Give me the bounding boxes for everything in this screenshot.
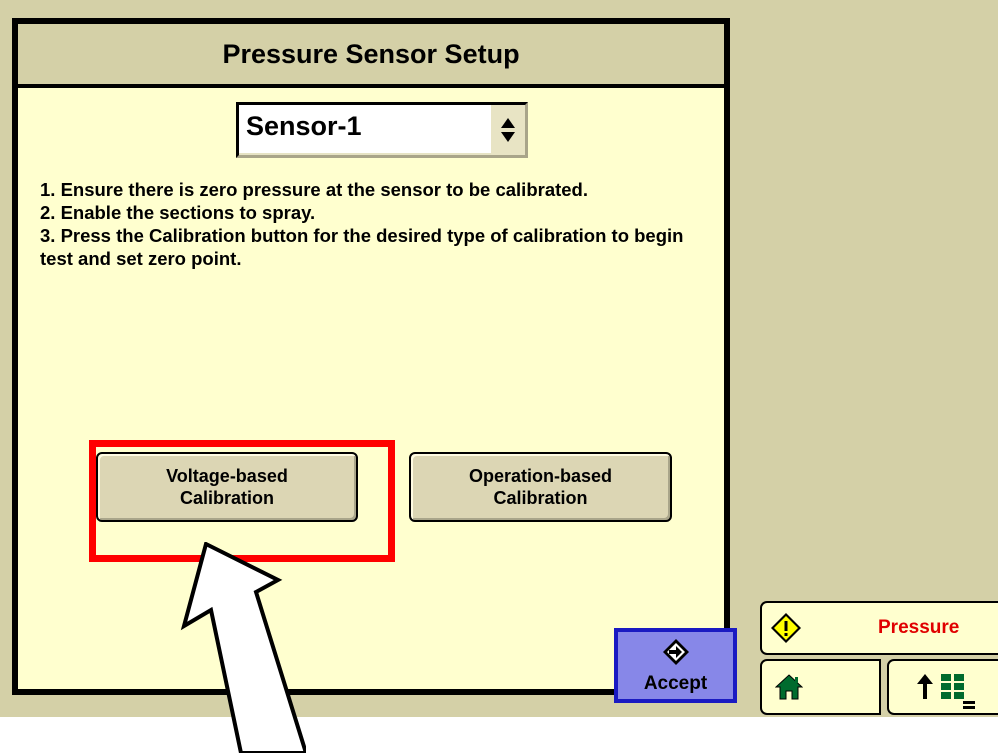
sensor-select-value: Sensor-1 bbox=[246, 111, 362, 141]
status-text: Pressure bbox=[878, 617, 960, 638]
page-title: Pressure Sensor Setup bbox=[222, 38, 520, 69]
pointer-arrow bbox=[180, 542, 306, 753]
up-arrow-menu-grid-icon bbox=[915, 671, 985, 714]
sensor-select[interactable]: Sensor-1 bbox=[236, 102, 528, 158]
pressure-sensor-setup-dialog: Pressure Sensor Setup Sensor-1 1. Ensure… bbox=[12, 18, 737, 703]
operation-button-label-line1: Operation-based bbox=[468, 466, 613, 486]
instructions: 1. Ensure there is zero pressure at the … bbox=[40, 178, 720, 270]
home-button[interactable] bbox=[760, 659, 881, 715]
operation-based-calibration-button[interactable]: Operation-based Calibration bbox=[409, 452, 672, 522]
operation-button-label-line2: Calibration bbox=[493, 488, 588, 508]
title-bar: Pressure Sensor Setup bbox=[18, 24, 724, 88]
status-bar[interactable]: Pressure bbox=[760, 601, 998, 655]
menu-button[interactable] bbox=[887, 659, 998, 715]
accept-label: Accept bbox=[643, 673, 708, 694]
accept-arrow-icon bbox=[662, 638, 690, 671]
warning-diamond-icon bbox=[770, 612, 802, 649]
accept-button[interactable]: Accept bbox=[614, 628, 737, 703]
up-down-spinner-icon[interactable] bbox=[491, 105, 525, 155]
instruction-2: 2. Enable the sections to spray. bbox=[40, 202, 316, 223]
instruction-1: 1. Ensure there is zero pressure at the … bbox=[40, 179, 588, 200]
home-icon bbox=[774, 674, 804, 705]
instruction-3: 3. Press the Calibration button for the … bbox=[40, 225, 684, 269]
